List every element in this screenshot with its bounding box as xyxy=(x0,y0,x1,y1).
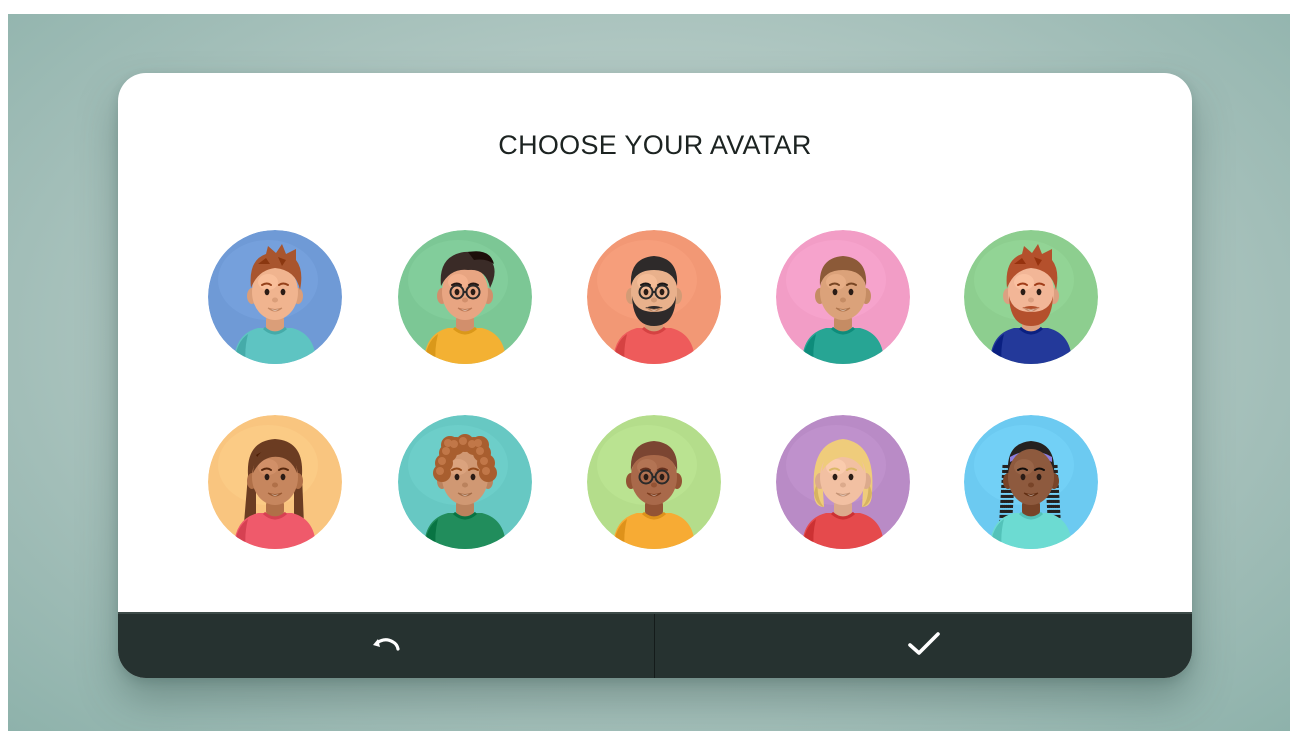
undo-arrow-icon xyxy=(371,633,401,660)
avatar-option-5[interactable] xyxy=(964,230,1098,364)
avatar-option-3[interactable] xyxy=(587,230,721,364)
avatar-option-7[interactable] xyxy=(398,415,532,549)
avatar-option-1[interactable] xyxy=(208,230,342,364)
avatar-option-8[interactable] xyxy=(587,415,721,549)
confirm-button[interactable] xyxy=(655,614,1192,678)
dialog-title: CHOOSE YOUR AVATAR xyxy=(498,130,812,160)
avatar-option-4[interactable] xyxy=(776,230,910,364)
avatar-picker-dialog: CHOOSE YOUR AVATAR xyxy=(118,73,1192,678)
back-button[interactable] xyxy=(118,614,654,678)
avatar-option-9[interactable] xyxy=(776,415,910,549)
checkmark-icon xyxy=(907,630,941,663)
avatar-option-2[interactable] xyxy=(398,230,532,364)
avatar-option-6[interactable] xyxy=(208,415,342,549)
avatar-option-10[interactable] xyxy=(964,415,1098,549)
dialog-footer xyxy=(118,612,1192,678)
